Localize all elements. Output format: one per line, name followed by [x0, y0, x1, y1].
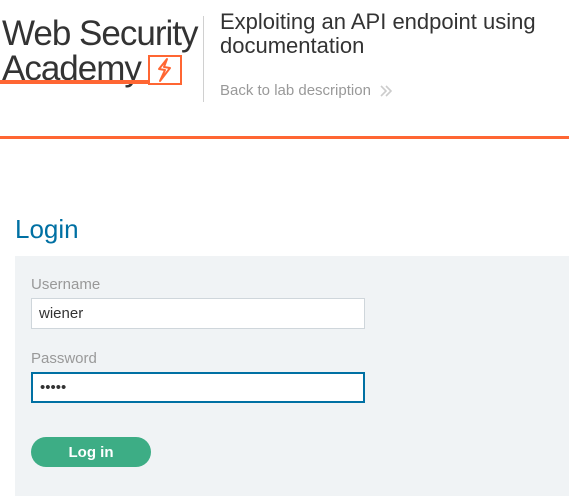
username-label: Username — [31, 276, 101, 293]
header: Web Security Academy Exploiting an API e… — [0, 0, 569, 139]
logo-lightning-icon — [148, 55, 182, 85]
back-link-label: Back to lab description — [220, 82, 371, 99]
web-security-academy-logo[interactable]: Web Security Academy — [0, 14, 200, 88]
login-button[interactable]: Log in — [31, 437, 151, 467]
back-to-lab-description-link[interactable]: Back to lab description — [220, 82, 393, 99]
double-chevron-right-icon — [380, 84, 393, 97]
lab-title: Exploiting an API endpoint using documen… — [220, 9, 536, 58]
password-input[interactable] — [31, 372, 365, 403]
login-form: Username Password Log in — [15, 256, 569, 496]
header-divider — [203, 16, 204, 102]
password-label: Password — [31, 350, 97, 367]
page: Web Security Academy Exploiting an API e… — [0, 0, 569, 496]
login-heading: Login — [15, 214, 79, 244]
logo-text-line1: Web Security — [2, 14, 198, 53]
logo-underline — [0, 80, 150, 84]
username-input[interactable] — [31, 298, 365, 329]
